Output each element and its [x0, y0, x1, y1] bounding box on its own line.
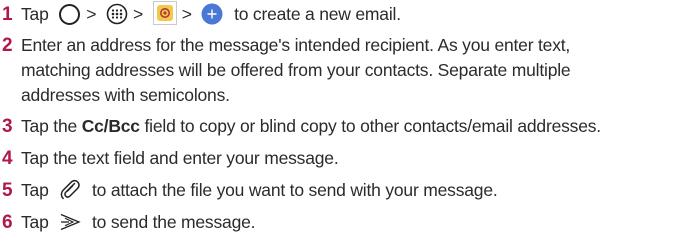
step-text-tap: Tap the	[21, 116, 78, 136]
step-text: Tap the text field and enter your messag…	[21, 148, 339, 168]
step-text-tap: Tap	[21, 180, 49, 200]
step-text: Tap the Cc/Bcc field to copy or blind co…	[21, 114, 679, 139]
step-text-end: to send the message.	[91, 212, 256, 232]
step-text-tap: Tap	[21, 212, 49, 232]
send-icon	[59, 213, 81, 231]
step-text-end: field to copy or blind copy to other con…	[144, 116, 602, 136]
step-number: 5	[2, 180, 13, 201]
step-number: 4	[2, 148, 13, 169]
step-text-tap: Tap	[21, 4, 49, 24]
separator: >	[86, 4, 97, 24]
separator: >	[181, 4, 192, 24]
apps-icon	[106, 3, 128, 25]
step-text-end: to attach the file you want to send with…	[91, 180, 498, 200]
step-text: Tap to send the message.	[21, 210, 679, 235]
step-number: 2	[2, 35, 13, 56]
step-text-end: to create a new email.	[234, 4, 401, 24]
step-number: 3	[2, 116, 13, 137]
step-number: 1	[2, 4, 13, 25]
paperclip-icon	[59, 178, 81, 200]
home-circle-icon	[59, 3, 81, 25]
compose-icon	[201, 3, 223, 25]
email-app-icon	[152, 1, 177, 26]
cc-bcc-field-label: Cc/Bcc	[81, 116, 140, 136]
step-text: Tap > > > to create a new email.	[21, 1, 679, 27]
separator: >	[133, 4, 144, 24]
step-text: Enter an address for the message's inten…	[21, 35, 571, 105]
step-text: Tap to attach the file you want to send …	[21, 178, 679, 203]
step-number: 6	[2, 212, 13, 233]
